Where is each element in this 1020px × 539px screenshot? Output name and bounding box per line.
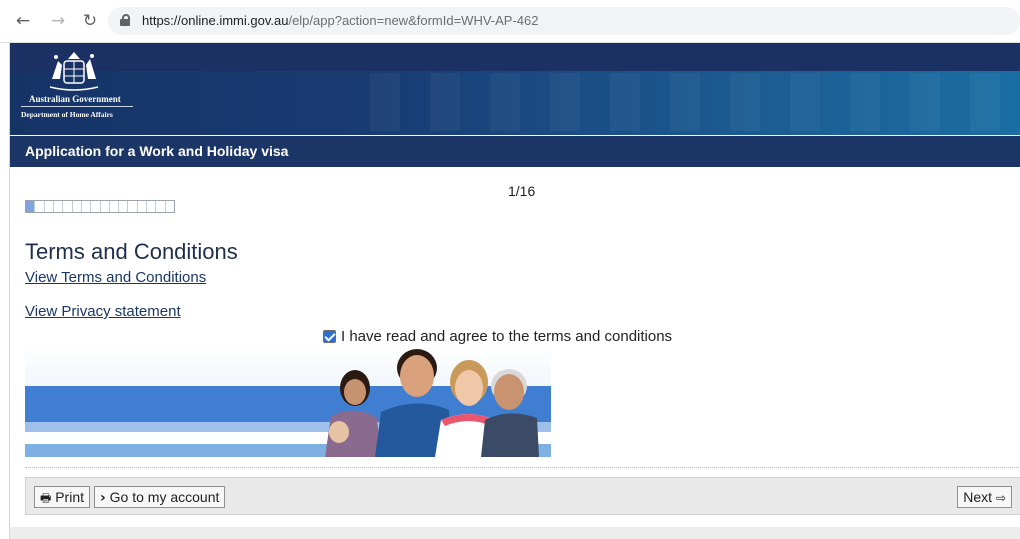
agree-row[interactable]: I have read and agree to the terms and c… xyxy=(323,328,672,345)
agree-checkbox[interactable] xyxy=(323,330,336,343)
account-label: Go to my account xyxy=(109,489,220,505)
arrow-right-outline-icon: ⇨ xyxy=(995,491,1006,505)
url-host: https://online.immi.gov.au xyxy=(142,13,289,28)
url-path: /elp/app?action=new&formId=WHV-AP-462 xyxy=(288,13,539,28)
url-text: https://online.immi.gov.au/elp/app?actio… xyxy=(142,13,538,28)
people-banner-image xyxy=(25,346,551,457)
print-label: Print xyxy=(55,489,85,505)
divider xyxy=(25,467,1020,468)
next-label: Next xyxy=(963,489,993,505)
agree-label[interactable]: I have read and agree to the terms and c… xyxy=(341,328,672,345)
forward-arrow-icon[interactable]: → xyxy=(47,10,69,32)
privacy-link[interactable]: View Privacy statement xyxy=(25,303,181,320)
page-bottom-strip xyxy=(10,527,1020,539)
coat-of-arms-icon xyxy=(49,52,99,91)
printer-icon: 🖶 xyxy=(40,491,52,505)
reload-icon[interactable]: ↻ xyxy=(79,10,101,32)
lock-icon xyxy=(120,14,130,26)
form-toolbar: 🖶 Print › Go to my account Next ⇨ xyxy=(25,477,1020,515)
next-button[interactable]: Next ⇨ xyxy=(957,486,1012,508)
print-button[interactable]: 🖶 Print xyxy=(34,486,91,508)
terms-link[interactable]: View Terms and Conditions xyxy=(25,269,206,286)
back-arrow-icon[interactable]: ← xyxy=(12,10,34,32)
page-content: Australian Government Department of Home… xyxy=(9,43,1020,539)
address-bar[interactable]: https://online.immi.gov.au/elp/app?actio… xyxy=(108,7,1020,35)
government-name: Australian Government xyxy=(29,94,121,104)
go-to-account-button[interactable]: › Go to my account xyxy=(94,486,226,508)
department-name: Department of Home Affairs xyxy=(21,110,113,119)
form-title: Application for a Work and Holiday visa xyxy=(10,136,1020,167)
browser-toolbar: ← → ↻ https://online.immi.gov.au/elp/app… xyxy=(0,0,1020,43)
progress-bar xyxy=(25,200,175,213)
section-title: Terms and Conditions xyxy=(25,239,238,264)
government-header: Australian Government Department of Home… xyxy=(10,43,1020,135)
chevron-right-icon: › xyxy=(100,490,106,506)
step-counter: 1/16 xyxy=(508,183,536,199)
